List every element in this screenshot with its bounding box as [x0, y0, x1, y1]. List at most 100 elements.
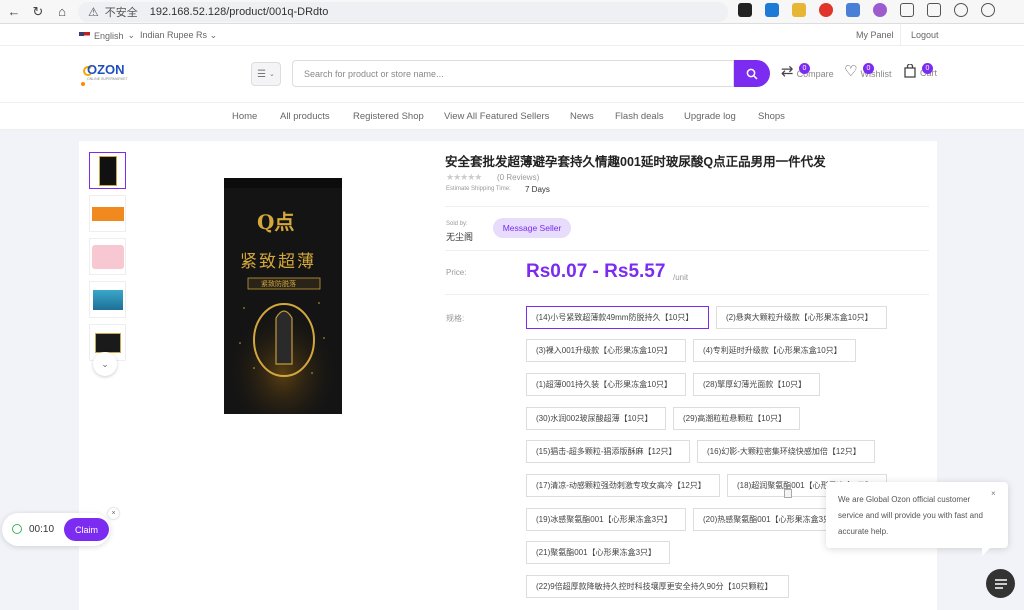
extension-icons: [738, 3, 995, 17]
spec-option[interactable]: (4)专利延时升级款【心形果冻盒10只】: [693, 339, 856, 362]
search-placeholder: Search for product or store name...: [304, 68, 444, 79]
spec-option[interactable]: (2)悬爽大颗粒升级款【心形果冻盒10只】: [716, 306, 887, 329]
search-button[interactable]: [734, 60, 770, 87]
product-title: 安全套批发超薄避孕套持久情趣001延时玻尿酸Q点正品男用一件代发: [445, 155, 826, 169]
nav-home[interactable]: Home: [232, 111, 257, 122]
extension-icon[interactable]: [792, 3, 806, 17]
divider: [445, 250, 929, 251]
extension-icon[interactable]: [819, 3, 833, 17]
url-text: 192.168.52.128/product/001q-DRdto: [149, 6, 329, 18]
nav-registered-shop[interactable]: Registered Shop: [353, 111, 424, 122]
flash-claim-widget: 00:10 Claim: [2, 513, 110, 546]
wishlist-badge: 0: [863, 63, 874, 74]
seller-name[interactable]: 无尘阁: [446, 230, 473, 243]
price-unit: /unit: [673, 273, 689, 282]
close-icon[interactable]: ×: [108, 508, 119, 519]
site-logo[interactable]: OZON ONLINE SUPERMARKET: [81, 62, 133, 90]
browser-toolbar: ← ↻ ⌂ ⚠ 不安全 192.168.52.128/product/001q-…: [0, 0, 1024, 24]
product-thumbnail[interactable]: [89, 195, 126, 232]
spec-label: 规格:: [446, 314, 465, 323]
reviews-count[interactable]: (0 Reviews): [497, 173, 539, 182]
spec-option[interactable]: (3)裸入001升级款【心形果冻盒10只】: [526, 339, 686, 362]
category-menu-button[interactable]: ☰ ⌄: [251, 62, 281, 86]
spec-option[interactable]: (1)超薄001持久装【心形果冻盒10只】: [526, 373, 686, 396]
nav-shops[interactable]: Shops: [758, 111, 785, 122]
warning-icon: ⚠: [88, 5, 99, 19]
currency-selector[interactable]: Indian Rupee Rs ⌄: [140, 30, 217, 41]
message-seller-button[interactable]: Message Seller: [493, 218, 571, 238]
chat-message: We are Global Ozon official customer ser…: [838, 495, 983, 536]
address-bar[interactable]: ⚠ 不安全 192.168.52.128/product/001q-DRdto: [78, 2, 728, 22]
price-label: Price:: [446, 268, 467, 277]
box-title: 紧致超薄: [240, 252, 316, 271]
puzzle-icon[interactable]: [900, 3, 914, 17]
product-image[interactable]: Q点 紧致超薄 紧致防脱落: [224, 178, 342, 414]
chevron-down-icon: ⌄: [101, 358, 109, 369]
shipping-value: 7 Days: [525, 185, 550, 194]
nav-upgrade-log[interactable]: Upgrade log: [684, 111, 736, 122]
split-screen-icon[interactable]: [927, 3, 941, 17]
my-panel-link[interactable]: My Panel: [856, 30, 894, 40]
chevron-down-icon: ⌄: [269, 71, 275, 78]
nav-news[interactable]: News: [570, 111, 594, 122]
spec-option[interactable]: (21)聚氨酯001【心形果冻盒3只】: [526, 541, 670, 564]
spec-option[interactable]: (17)清凉-动感颗粒强劲刺激专攻女高冷【12只】: [526, 474, 720, 497]
wishlist-link[interactable]: ♡ 0 Wishlist: [844, 63, 891, 79]
countdown-time: 00:10: [29, 524, 55, 535]
site-header: OZON ONLINE SUPERMARKET ☰ ⌄ Search for p…: [0, 46, 1024, 102]
logout-link[interactable]: Logout: [911, 30, 939, 40]
home-icon[interactable]: ⌂: [52, 2, 72, 22]
logo-text: OZON: [87, 62, 125, 77]
close-icon[interactable]: ×: [991, 489, 996, 498]
extension-icon[interactable]: [738, 3, 752, 17]
broken-image-icon: [784, 489, 792, 498]
thumbnail-scroll-down[interactable]: ⌄: [93, 352, 117, 376]
spec-option[interactable]: (14)小号紧致超薄款49mm防脱持久【10只】: [526, 306, 709, 329]
clock-icon: [12, 524, 22, 534]
chevron-down-icon: ⌄: [209, 30, 218, 40]
product-thumbnail[interactable]: [89, 152, 126, 189]
nav-featured-sellers[interactable]: View All Featured Sellers: [444, 111, 549, 122]
cart-icon: [904, 64, 916, 78]
divider: [445, 294, 929, 295]
back-icon[interactable]: ←: [4, 2, 24, 22]
spec-option[interactable]: (28)擎厚幻薄光面款【10只】: [693, 373, 820, 396]
divider: [445, 206, 929, 207]
spec-option[interactable]: (29)高潮粒粒悬颗粒【10只】: [673, 407, 800, 430]
cart-link[interactable]: 0 Cart: [903, 63, 937, 78]
nav-all-products[interactable]: All products: [280, 111, 330, 122]
extension-icon[interactable]: [873, 3, 887, 17]
product-thumbnail[interactable]: [89, 238, 126, 275]
compare-icon: ⇄: [781, 63, 794, 80]
reload-icon[interactable]: ↻: [28, 2, 48, 22]
menu-lines-icon: [994, 578, 1007, 589]
claim-button[interactable]: Claim: [64, 518, 109, 541]
thumbnail-gallery: [89, 152, 126, 367]
hamburger-icon: ☰: [257, 68, 267, 80]
spec-option[interactable]: (30)水润002玻尿酸超薄【10只】: [526, 407, 666, 430]
language-selector[interactable]: English ⌄: [79, 30, 135, 41]
currency-label: Indian Rupee Rs: [140, 30, 208, 40]
favorites-icon[interactable]: [954, 3, 968, 17]
box-subtitle: 紧致防脱落: [261, 281, 296, 288]
extension-icon[interactable]: [765, 3, 779, 17]
compare-link[interactable]: ⇄ 0 Compare: [781, 63, 834, 80]
history-icon[interactable]: [981, 3, 995, 17]
chat-button[interactable]: [986, 569, 1015, 598]
extension-icon[interactable]: [846, 3, 860, 17]
price-range: Rs0.07 - Rs5.57: [526, 261, 666, 282]
divider: [900, 24, 901, 46]
spec-option[interactable]: (19)冰感聚氨酯001【心形果冻盒3只】: [526, 508, 686, 531]
spec-option[interactable]: (15)猖击-超多颗粒-猖添版酥麻【12只】: [526, 440, 690, 463]
spec-option[interactable]: (22)9倍超厚款降敏持久控时科技壤厚更安全持久90分【10只颗粒】: [526, 575, 789, 598]
chevron-down-icon: ⌄: [127, 30, 136, 40]
cart-badge: 0: [922, 63, 933, 74]
language-label: English: [94, 30, 124, 41]
shipping-label: Estimate Shipping Time:: [446, 186, 511, 192]
nav-flash-deals[interactable]: Flash deals: [615, 111, 664, 122]
product-thumbnail[interactable]: [89, 281, 126, 318]
search-input[interactable]: Search for product or store name...: [292, 60, 734, 87]
search-icon: [746, 68, 758, 80]
compare-badge: 0: [799, 63, 810, 74]
spec-option[interactable]: (16)幻影-大颗粒密集环绕快感加倍【12只】: [697, 440, 875, 463]
